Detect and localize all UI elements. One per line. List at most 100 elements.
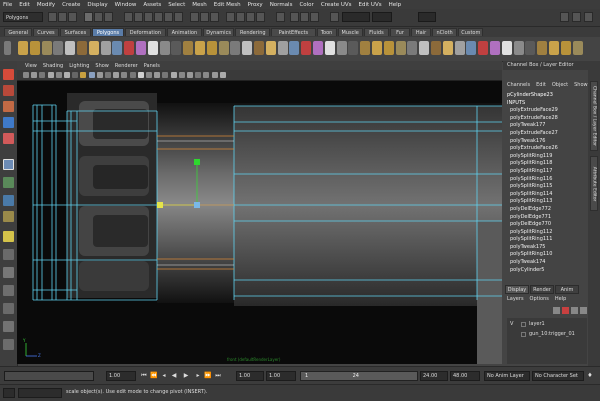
panel-tool-icon[interactable] [162,72,169,78]
shelf-tool-icon[interactable] [383,41,394,55]
shelf-tool-icon[interactable] [431,41,441,55]
shelf-tool-icon[interactable] [466,41,477,55]
history-node[interactable]: polySplitRing111 [505,236,587,244]
menu-item-help[interactable]: Help [389,2,402,8]
menu-item-normals[interactable]: Normals [270,2,293,8]
anim-layer-select[interactable]: No Anim Layer [484,371,530,381]
shelf-tool-icon[interactable] [53,41,64,55]
history-node[interactable]: polyTweak177 [505,122,587,130]
select-hierarchy-icon[interactable] [84,12,93,22]
play-back-icon[interactable]: ◀ [170,372,178,380]
layer-name[interactable]: layer1 [529,319,545,329]
shelf-tool-icon[interactable] [159,41,170,55]
shelf-tool-icon[interactable] [147,41,158,55]
layout-option-icon[interactable] [3,339,14,350]
shelf-tab-hair[interactable]: Hair [411,28,431,36]
shelf-tool-icon[interactable] [454,41,465,55]
panel-tool-icon[interactable] [113,72,120,78]
tab-channel-box[interactable]: Channel Box / Layer Editor [590,81,598,151]
layer-name[interactable]: gun_10:trigger_01 [529,329,575,339]
history-node[interactable]: polySplitRing118 [505,160,587,168]
panel-tool-icon[interactable] [137,72,144,78]
layer-color-swatch[interactable] [521,322,526,327]
command-line-input[interactable] [18,388,62,398]
new-scene-icon[interactable] [48,12,57,22]
layer-menu-help[interactable]: Help [555,296,566,302]
range-start-field[interactable]: 1.00 [266,371,296,381]
shelf-tool-icon[interactable] [490,41,500,55]
menu-item-modify[interactable]: Modify [37,2,55,8]
panel-tool-icon[interactable] [211,72,218,78]
manipulator-icon[interactable] [3,177,14,188]
select-by-name-icon[interactable] [330,12,339,22]
menu-item-edit[interactable]: Edit [19,2,30,8]
shelf-tool-icon[interactable] [41,41,52,55]
character-set-select[interactable]: No Character Set [532,371,584,381]
menu-item-edit-mesh[interactable]: Edit Mesh [214,2,241,8]
shelf-tab-surfaces[interactable]: Surfaces [59,28,92,36]
menu-set-select[interactable]: Polygons [3,12,43,22]
panel-tool-icon[interactable] [72,72,79,78]
channel-box-menu-channels[interactable]: Channels [507,82,530,88]
panel-menu-shading[interactable]: Shading [43,63,63,69]
z-field[interactable] [418,12,436,22]
shelf-tool-icon[interactable] [324,41,335,55]
shelf-tab-fur[interactable]: Fur [390,28,410,36]
shelf-tool-icon[interactable] [242,41,253,55]
new-layer-selected-icon[interactable] [571,307,578,314]
shelf-tool-icon[interactable] [29,41,40,55]
shelf-tool-icon[interactable] [112,41,123,55]
panel-tool-icon[interactable] [187,72,193,78]
history-node[interactable]: polyDelEdge772 [505,206,587,214]
layer-visibility-toggle[interactable]: V [510,319,518,329]
shelf-tab-animation[interactable]: Animation [167,28,202,36]
step-forward-icon[interactable]: ⏩ [204,372,212,380]
step-back-icon[interactable]: ⏪ [150,372,158,380]
panel-menu-renderer[interactable]: Renderer [115,63,138,69]
ipr-render-icon[interactable] [300,12,309,22]
menu-item-mesh[interactable]: Mesh [192,2,206,8]
open-scene-icon[interactable] [58,12,67,22]
shelf-tool-icon[interactable] [301,41,312,55]
shelf-tool-icon[interactable] [560,41,571,55]
scale-handle-center[interactable] [194,202,200,208]
single-pane-icon[interactable] [3,249,14,260]
layer-color-swatch[interactable] [521,332,526,337]
shelf-tool-icon[interactable] [171,41,182,55]
viewport-front[interactable]: Y Z front (defaultRenderLayer) [17,81,502,364]
layout-icon[interactable] [3,231,14,242]
snap-curve-icon[interactable] [236,12,245,22]
history-node[interactable]: polySplitRing113 [505,198,587,206]
shelf-tool-icon[interactable] [136,41,146,55]
menu-item-display[interactable]: Display [87,2,107,8]
shelf-tool-icon[interactable] [501,41,512,55]
panel-menu-show[interactable]: Show [95,63,109,69]
shelf-tab-deformation[interactable]: Deformation [124,28,166,36]
shelf-tab-custom[interactable]: Custom [458,28,484,36]
panel-tool-icon[interactable] [80,72,87,78]
mask-icon[interactable] [200,12,209,22]
panel-tool-icon[interactable] [39,72,46,78]
shelf-tool-icon[interactable] [206,41,217,55]
panel-tool-icon[interactable] [129,72,136,78]
anim-end-field[interactable]: 48.00 [450,371,480,381]
history-node[interactable]: polyTweak176 [505,138,587,146]
history-node[interactable]: polyTweak175 [505,244,587,252]
snap-plane-icon[interactable] [256,12,265,22]
toggle-panel-icon[interactable] [572,12,581,22]
paint-select-icon[interactable] [3,101,14,112]
current-time-field[interactable]: 1.00 [106,371,136,381]
go-to-end-icon[interactable]: ⏭ [214,372,222,380]
layout-option-icon[interactable] [3,321,14,332]
mask-icon[interactable] [124,12,133,22]
shelf-tool-icon[interactable] [549,41,559,55]
channel-box-menu-show[interactable]: Show [574,82,588,88]
shape-node-name[interactable]: pCylinderShape23 [505,92,587,100]
menu-item-create[interactable]: Create [62,2,80,8]
panel-menu-panels[interactable]: Panels [144,63,160,69]
shelf-tool-icon[interactable] [254,41,264,55]
menu-item-proxy[interactable]: Proxy [248,2,263,8]
time-ruler[interactable] [4,371,94,381]
layer-option-icon[interactable] [553,307,560,314]
panel-tool-icon[interactable] [219,72,226,78]
